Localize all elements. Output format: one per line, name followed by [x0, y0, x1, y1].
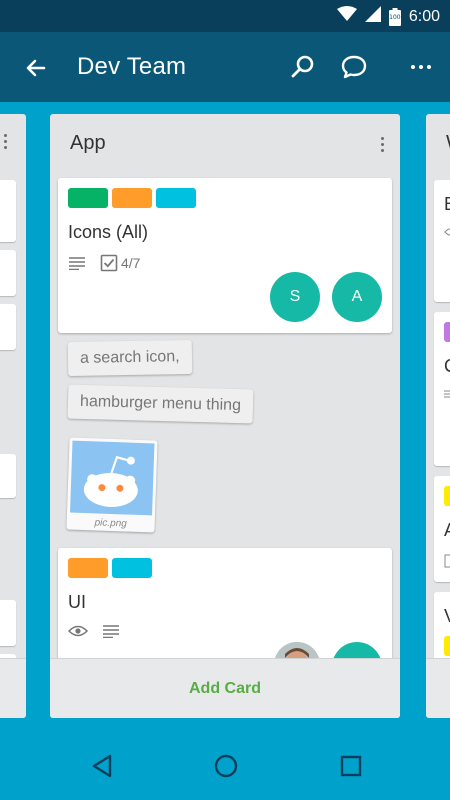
description-icon	[68, 256, 86, 270]
attachment-filename: pic.png	[94, 517, 127, 530]
next-list[interactable]: W B C A V	[426, 114, 450, 718]
dragged-text-chip[interactable]: hamburger menu thing	[67, 384, 254, 424]
label-yellow	[444, 486, 450, 506]
list-item[interactable]	[0, 250, 16, 296]
list-menu-icon[interactable]	[4, 134, 7, 149]
list-menu-button[interactable]	[372, 132, 392, 156]
card-icons-all[interactable]: Icons (All) 4/7 S A	[58, 178, 392, 333]
checkbox-icon	[444, 554, 450, 568]
search-icon	[291, 55, 314, 78]
dragged-text-chip[interactable]: a search icon,	[67, 339, 192, 377]
list-item[interactable]: C	[434, 312, 450, 466]
status-icons: 100 6:00	[336, 6, 440, 27]
chat-icon	[341, 55, 367, 79]
board-title: Dev Team	[77, 53, 187, 80]
home-circle-icon	[214, 754, 238, 778]
list-item[interactable]: B	[434, 180, 450, 302]
card-badges	[68, 624, 120, 638]
list-item[interactable]	[0, 600, 16, 646]
list-item[interactable]	[0, 304, 16, 350]
label-yellow	[444, 636, 450, 656]
member-avatar[interactable]: A	[332, 272, 382, 322]
signal-icon	[364, 6, 381, 27]
checklist-badge: 4/7	[100, 254, 140, 272]
back-triangle-icon	[92, 754, 112, 778]
overflow-menu-icon	[411, 65, 431, 69]
system-nav-bar	[0, 730, 450, 800]
card-title: UI	[68, 592, 86, 612]
nav-home-button[interactable]	[214, 754, 238, 778]
label-green	[68, 188, 108, 208]
label-blue	[156, 188, 196, 208]
card-ui[interactable]: UI	[58, 548, 392, 668]
reddit-alien-icon	[70, 440, 155, 516]
list-footer	[0, 658, 26, 718]
watch-eye-icon	[444, 228, 450, 236]
label-orange	[68, 558, 108, 578]
card-title: A	[444, 520, 450, 541]
recents-square-icon	[340, 755, 362, 777]
member-avatar[interactable]: S	[270, 272, 320, 322]
card-title: B	[444, 194, 450, 215]
list-footer	[426, 658, 450, 718]
card-title: V	[444, 606, 450, 627]
nav-back-button[interactable]	[90, 754, 114, 778]
card-labels	[68, 558, 152, 578]
overflow-menu-button[interactable]	[404, 50, 438, 84]
battery-level: 100	[389, 13, 401, 21]
nav-recents-button[interactable]	[339, 754, 363, 778]
add-card-button[interactable]: Add Card	[189, 680, 261, 698]
card-labels	[68, 188, 196, 208]
label-orange	[112, 188, 152, 208]
list-app: App Icons (All) 4/7 S A a search icon, h…	[50, 114, 400, 718]
status-bar: 100 6:00	[0, 0, 450, 32]
description-icon	[444, 390, 450, 398]
checklist-count: 4/7	[121, 255, 141, 271]
add-card-footer: Add Card	[50, 658, 400, 718]
list-item[interactable]: A	[434, 476, 450, 582]
watch-eye-icon	[68, 624, 88, 638]
back-button[interactable]	[20, 52, 52, 84]
back-arrow-icon	[26, 59, 46, 77]
label-blue	[112, 558, 152, 578]
card-title: Icons (All)	[68, 222, 149, 242]
description-icon	[102, 624, 120, 638]
attachment-thumbnail[interactable]: pic.png	[66, 437, 158, 533]
app-bar: Dev Team	[0, 32, 450, 102]
search-button[interactable]	[286, 50, 320, 84]
board[interactable]: App Icons (All) 4/7 S A a search icon, h…	[0, 102, 450, 730]
battery-icon: 100	[388, 7, 401, 26]
previous-list[interactable]	[0, 114, 26, 718]
list-menu-icon	[380, 136, 384, 140]
list-title: App	[70, 132, 106, 154]
list-title: W	[446, 132, 450, 155]
label-purple	[444, 322, 450, 342]
card-badges: 4/7	[68, 254, 140, 272]
list-item[interactable]	[0, 454, 16, 498]
chat-button[interactable]	[337, 50, 371, 84]
checkbox-icon	[100, 254, 118, 272]
list-item[interactable]	[0, 180, 16, 242]
clock: 6:00	[408, 7, 440, 25]
card-title: C	[444, 356, 450, 377]
wifi-icon	[336, 6, 357, 27]
